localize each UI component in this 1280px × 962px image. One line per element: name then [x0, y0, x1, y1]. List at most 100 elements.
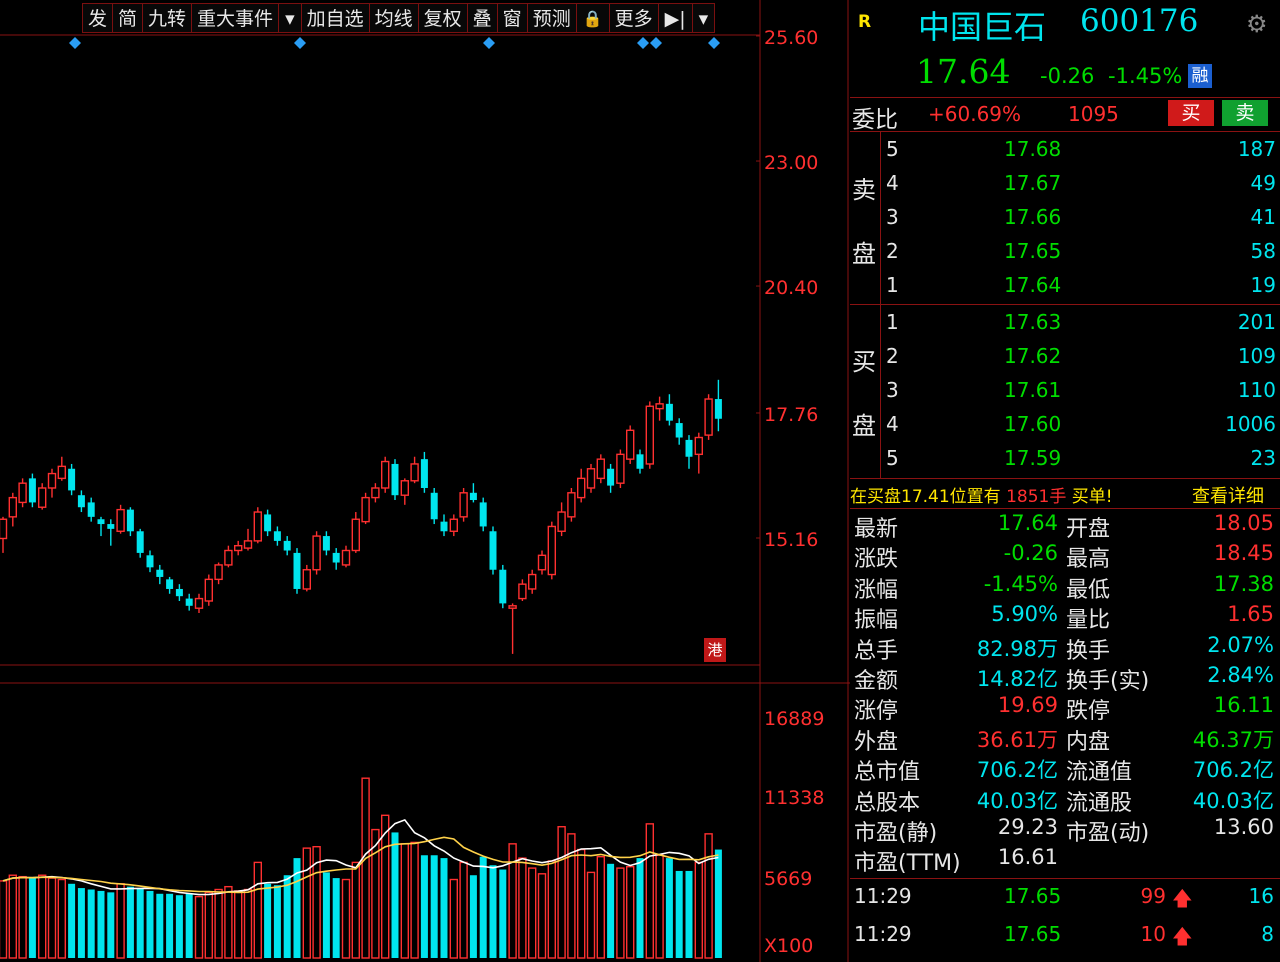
volume-bar-down [136, 888, 144, 958]
buy-level: 5 [886, 446, 899, 470]
toolbar-btn-jian[interactable]: 简 [112, 3, 144, 33]
toolbar-btn-window[interactable]: 窗 [496, 3, 528, 33]
divider [850, 304, 1280, 305]
candle-body-up [0, 518, 8, 540]
toolbar-events-dropdown-icon[interactable]: ▾ [278, 3, 302, 33]
buy-price[interactable]: 17.63 [1004, 310, 1061, 334]
volume-bar-down [273, 885, 281, 958]
margin-trading-badge[interactable]: 融 [1188, 64, 1212, 88]
toolbar-btn-major-events[interactable]: 重大事件 [191, 3, 280, 33]
sell-price[interactable]: 17.67 [1004, 171, 1061, 195]
volume-bars [0, 777, 722, 959]
sell-volume: 58 [1250, 239, 1276, 263]
stat-label: 总市值 [854, 760, 921, 786]
toolbar-btn-more[interactable]: 更多 [608, 3, 659, 33]
buy-price[interactable]: 17.59 [1004, 446, 1061, 470]
tick-count: 8 [1261, 922, 1274, 946]
sell-button[interactable]: 卖 [1222, 100, 1268, 126]
stat-value: 706.2亿 [1192, 758, 1274, 783]
stat-value: 16.11 [1213, 693, 1274, 718]
candle-body-down [391, 463, 399, 496]
quote-panel: R 中国巨石 600176 ⚙ 17.64 -0.26 -1.45% 融 委比 … [850, 0, 1280, 962]
buy-level: 4 [886, 412, 899, 436]
stat-label: 市盈(TTM) [854, 851, 961, 877]
candle-body-down [322, 536, 330, 551]
view-details-link[interactable]: 查看详细 [1192, 482, 1264, 508]
volume-bar-up [645, 823, 654, 959]
sell-price[interactable]: 17.64 [1004, 273, 1061, 297]
candle-body-down [440, 521, 448, 532]
candle-body-up [459, 492, 468, 518]
candlestick-chart[interactable]: 25.60 23.00 20.40 17.76 15.16 16889 11338 5669… [0, 0, 850, 962]
volume-bar-down [97, 890, 105, 958]
stat-value: 1.65 [1227, 602, 1274, 627]
toolbar-more-dropdown-icon[interactable]: ▾ [691, 3, 716, 33]
buy-price[interactable]: 17.60 [1004, 412, 1061, 436]
volume-bar-down [175, 895, 183, 958]
stat-value: 2.84% [1207, 663, 1274, 687]
divider [850, 478, 1280, 479]
stat-value: 5.90% [991, 602, 1058, 627]
volume-bar-down [166, 893, 174, 958]
volume-bar-down [68, 883, 76, 958]
volume-bar-down [264, 883, 272, 958]
price-change: -0.26 [1040, 64, 1095, 88]
stat-value: 17.64 [997, 511, 1058, 535]
sell-price[interactable]: 17.66 [1004, 205, 1061, 229]
toolbar-btn-moving-average[interactable]: 均线 [368, 3, 419, 33]
notice-text-c: 买单! [1071, 487, 1113, 507]
divider [850, 878, 1280, 879]
candle-body-up [312, 535, 321, 571]
event-marker-diamond [294, 37, 306, 49]
stat-value: -1.45% [983, 571, 1058, 596]
candle-body-down [430, 492, 438, 520]
candle-body-down [685, 439, 693, 457]
stat-label: 开盘 [1066, 517, 1111, 542]
kline-chart-area[interactable]: 25.60 23.00 20.40 17.76 15.16 16889 11338 5669… [0, 0, 850, 962]
stat-label: 内盘 [1066, 729, 1111, 755]
toolbar-btn-adjust[interactable]: 复权 [417, 3, 468, 33]
candle-body-down [479, 502, 487, 527]
volume-bar-down [469, 875, 477, 958]
gear-icon[interactable]: ⚙ [1246, 10, 1268, 38]
large-order-notice[interactable]: 在买盘17.41位置有 1851手 买单! [850, 482, 1113, 507]
sell-level: 4 [886, 171, 899, 195]
buy-price[interactable]: 17.62 [1004, 344, 1061, 368]
candle-body-up [224, 549, 233, 566]
sell-side-label-bottom: 盘 [852, 240, 876, 268]
sell-price[interactable]: 17.65 [1004, 239, 1061, 263]
toolbar-btn-overlay[interactable]: 叠 [466, 3, 498, 33]
candle-body-down [293, 552, 301, 589]
hk-connect-badge[interactable]: 港 [704, 638, 726, 662]
event-marker-diamond [637, 37, 649, 49]
stat-value: 18.45 [1213, 541, 1274, 566]
toolbar-btn-forecast[interactable]: 预测 [526, 3, 577, 33]
buy-price[interactable]: 17.61 [1004, 378, 1061, 402]
volume-bar-up [302, 847, 311, 959]
tick-volume: 10 [1140, 922, 1166, 946]
lock-icon[interactable]: 🔒 [575, 3, 610, 33]
volume-bar-down [714, 849, 722, 958]
stat-value: 19.69 [997, 693, 1058, 718]
stat-value: 40.03亿 [1192, 788, 1274, 813]
volume-bar-down [675, 870, 683, 958]
sell-price[interactable]: 17.68 [1004, 137, 1061, 161]
candle-body-up [116, 508, 125, 532]
buy-button[interactable]: 买 [1168, 100, 1214, 126]
toolbar-btn-jiuzhuan[interactable]: 九转 [142, 3, 193, 33]
stat-label: 最高 [1066, 547, 1111, 573]
volume-bar-up [8, 874, 18, 959]
volume-bar-down [107, 892, 115, 958]
stat-label: 总股本 [854, 790, 921, 816]
stat-value: 40.03亿 [976, 788, 1058, 813]
toolbar-btn-add-watchlist[interactable]: 加自选 [300, 3, 370, 33]
candle-body-up [243, 540, 253, 549]
buy-volume: 1006 [1225, 412, 1276, 436]
candle-body-up [371, 487, 380, 499]
volume-tick-label: X100 [764, 935, 813, 957]
event-marker-diamond [708, 37, 720, 49]
collapse-panel-icon[interactable]: ▶| [657, 3, 693, 33]
toolbar-btn-fa[interactable]: 发 [82, 3, 114, 33]
volume-bar-up [410, 841, 419, 959]
volume-bar-down [685, 870, 693, 958]
